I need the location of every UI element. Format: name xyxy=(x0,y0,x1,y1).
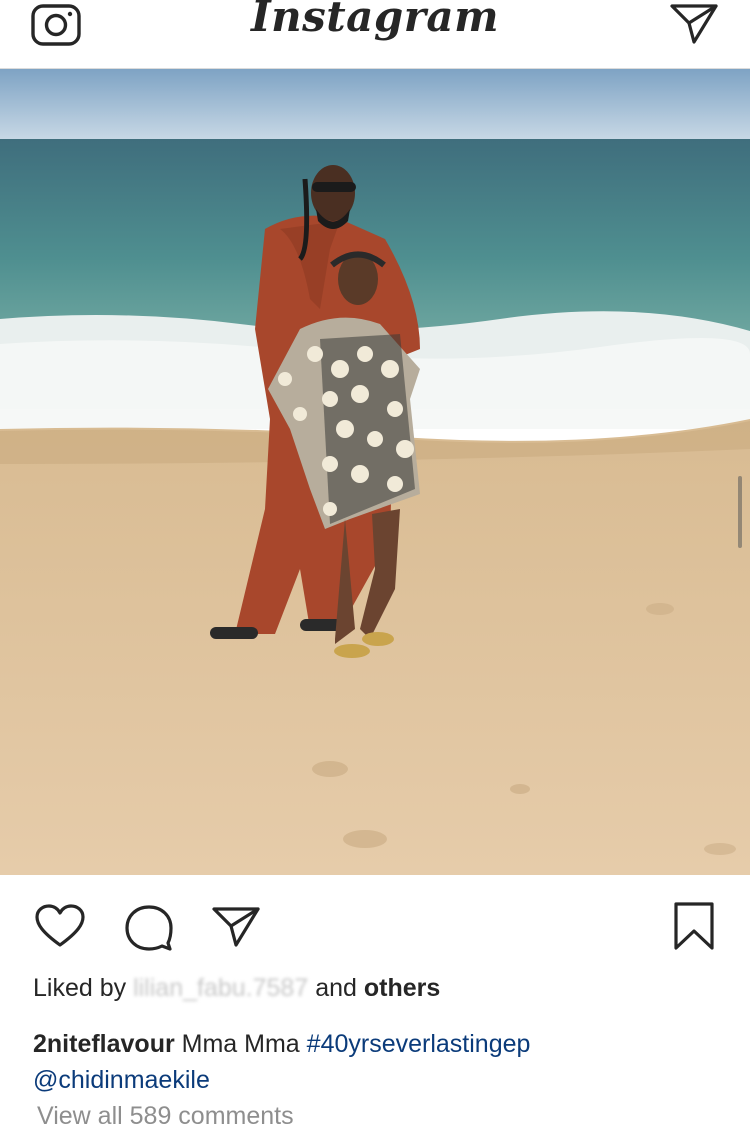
bookmark-icon[interactable] xyxy=(672,901,716,951)
paper-plane-icon[interactable] xyxy=(668,0,720,46)
likes-others[interactable]: others xyxy=(364,974,440,1002)
liker-username[interactable]: lilian_fabu.7587 xyxy=(133,974,308,1002)
likes-prefix: Liked by xyxy=(33,974,127,1002)
instagram-logo[interactable]: Instagram xyxy=(0,0,750,41)
speech-bubble-icon[interactable] xyxy=(123,903,175,951)
caption-hashtag[interactable]: #40yrseverlastingep xyxy=(307,1030,531,1058)
view-all-comments-link[interactable]: View all 589 comments xyxy=(37,1102,294,1131)
heart-icon[interactable] xyxy=(34,903,86,949)
caption-mention[interactable]: @chidinmaekile xyxy=(33,1066,210,1094)
post-caption: 2niteflavour Mma Mma #40yrseverlastingep… xyxy=(33,1026,723,1098)
caption-text: Mma Mma xyxy=(181,1030,300,1058)
paper-plane-icon[interactable] xyxy=(210,903,262,949)
caption-username[interactable]: 2niteflavour xyxy=(33,1030,175,1058)
likes-summary[interactable]: Liked by lilian_fabu.7587 and others xyxy=(33,974,440,1003)
scrollbar[interactable] xyxy=(738,476,742,548)
post-photo[interactable] xyxy=(0,69,750,875)
top-navigation-bar: Instagram xyxy=(0,0,750,69)
post-action-bar xyxy=(0,875,750,975)
likes-conjunction: and xyxy=(315,974,357,1002)
beach-photo xyxy=(0,69,750,875)
